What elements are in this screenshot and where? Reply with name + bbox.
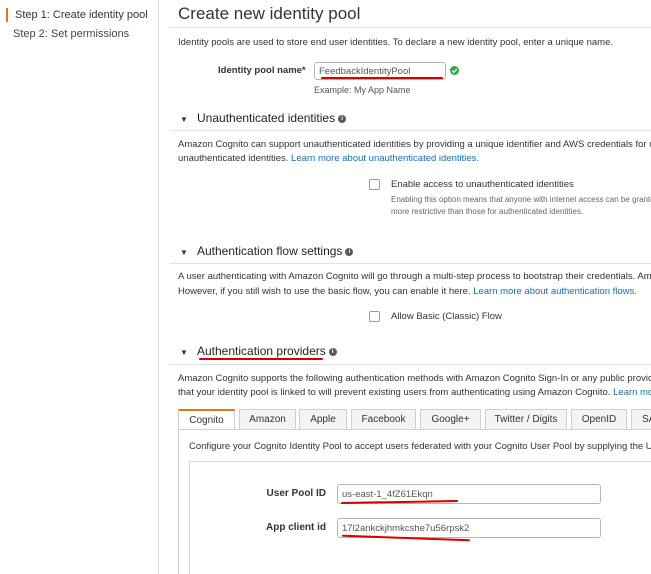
info-icon[interactable]: i xyxy=(338,114,347,123)
unauth-checkbox-label[interactable]: Enable access to unauthenticated identit… xyxy=(391,178,574,192)
unauth-desc-line2: unauthenticated identities. Learn more a… xyxy=(178,153,480,164)
tab-saml[interactable]: SA xyxy=(631,409,651,429)
tab-facebook[interactable]: Facebook xyxy=(351,409,416,429)
caret-down-icon[interactable]: ▼ xyxy=(180,115,188,124)
authflow-learn-more-link[interactable]: Learn more about authentication flows. xyxy=(473,286,637,297)
pool-name-example: Example: My App Name xyxy=(314,85,411,95)
unauth-note-line2: more restrictive than those for authenti… xyxy=(391,207,584,216)
tab-amazon[interactable]: Amazon xyxy=(239,409,296,429)
nav-divider xyxy=(158,0,159,574)
authflow-desc-line1: A user authenticating with Amazon Cognit… xyxy=(178,271,651,282)
tab-openid[interactable]: OpenID xyxy=(571,409,627,429)
tab-apple[interactable]: Apple xyxy=(299,409,347,429)
unauth-section-title[interactable]: Unauthenticated identities i xyxy=(197,111,347,125)
caret-down-icon[interactable]: ▼ xyxy=(180,348,188,357)
tab-twitter-digits[interactable]: Twitter / Digits xyxy=(485,409,567,429)
unauth-learn-more-link[interactable]: Learn more about unauthenticated identit… xyxy=(291,153,479,164)
active-step-indicator xyxy=(6,8,8,22)
info-icon[interactable]: i xyxy=(345,247,354,256)
providers-desc-line2: that your identity pool is linked to wil… xyxy=(178,386,651,400)
user-pool-id-label: User Pool ID xyxy=(266,488,326,499)
page-title: Create new identity pool xyxy=(178,4,361,23)
nav-step-2[interactable]: Step 2: Set permissions xyxy=(13,28,129,40)
app-client-id-label: App client id xyxy=(266,522,326,533)
providers-divider xyxy=(170,364,651,365)
title-divider xyxy=(170,27,651,28)
tab-google[interactable]: Google+ xyxy=(420,409,481,429)
providers-learn-more-link[interactable]: Learn more xyxy=(613,387,651,398)
authflow-section-title[interactable]: Authentication flow settings i xyxy=(197,244,354,258)
cognito-panel-desc: Configure your Cognito Identity Pool to … xyxy=(189,441,651,452)
authflow-desc-line2: However, if you still wish to use the ba… xyxy=(178,286,637,297)
providers-desc-line1: Amazon Cognito supports the following au… xyxy=(178,373,651,384)
basic-flow-checkbox[interactable] xyxy=(369,311,380,322)
page-intro: Identity pools are used to store end use… xyxy=(178,37,613,48)
annotation-underline-providers xyxy=(199,358,323,360)
basic-flow-label[interactable]: Allow Basic (Classic) Flow xyxy=(391,310,502,324)
providers-section-title[interactable]: Authentication providers i xyxy=(197,344,337,358)
unauth-desc-line1: Amazon Cognito can support unauthenticat… xyxy=(178,139,651,150)
nav-step-1[interactable]: Step 1: Create identity pool xyxy=(15,9,148,21)
authflow-divider xyxy=(170,263,651,264)
pool-name-label: Identity pool name* xyxy=(218,65,306,76)
tab-cognito[interactable]: Cognito xyxy=(178,409,235,430)
info-icon[interactable]: i xyxy=(328,347,337,356)
caret-down-icon[interactable]: ▼ xyxy=(180,248,188,257)
unauth-checkbox[interactable] xyxy=(369,179,380,190)
annotation-underline-pool-name xyxy=(321,77,443,79)
unauth-divider xyxy=(170,130,651,131)
check-circle-icon xyxy=(450,66,459,75)
